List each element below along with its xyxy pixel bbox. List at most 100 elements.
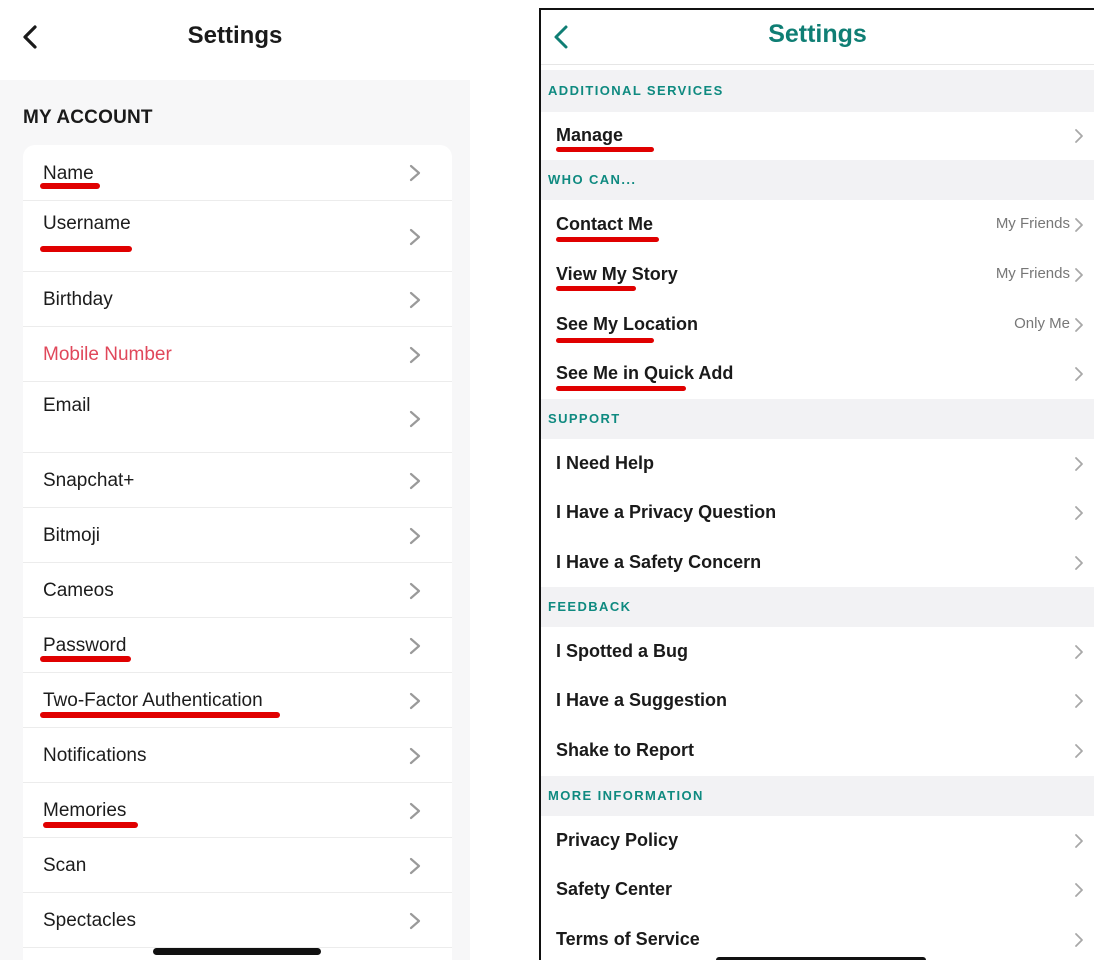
highlight-underline	[556, 286, 636, 291]
chevron-right-icon	[1075, 556, 1083, 570]
home-indicator	[153, 948, 321, 955]
settings-item-label: I Spotted a Bug	[556, 641, 688, 661]
chevron-right-icon	[409, 164, 421, 182]
settings-item-label: Birthday	[43, 289, 113, 310]
settings-item-label: Snapchat+	[43, 470, 135, 491]
chevron-right-icon	[409, 472, 421, 490]
settings-item-label: Mobile Number	[43, 344, 172, 365]
settings-item-label: Safety Center	[556, 879, 673, 899]
settings-item-manage[interactable]: Manage	[541, 112, 1094, 161]
chevron-right-icon	[1075, 883, 1083, 897]
chevron-right-icon	[409, 857, 421, 875]
highlight-underline	[40, 246, 132, 252]
section-header-feedback: FEEDBACK	[541, 587, 1094, 627]
settings-item-birthday[interactable]: Birthday	[23, 271, 452, 327]
page-title: Settings	[768, 20, 867, 48]
settings-item-view-my-story[interactable]: View My Story My Friends	[541, 250, 1094, 301]
settings-item-label: See Me in Quick Add	[556, 363, 734, 383]
chevron-right-icon	[409, 527, 421, 545]
chevron-right-icon	[1075, 744, 1083, 758]
section-header-label: ADDITIONAL SERVICES	[548, 83, 724, 98]
settings-item-safety-concern[interactable]: I Have a Safety Concern	[541, 538, 1094, 588]
section-header-label: SUPPORT	[548, 411, 621, 426]
highlight-underline	[40, 656, 131, 662]
highlight-underline	[556, 338, 654, 343]
settings-item-see-me-in-quick-add[interactable]: See Me in Quick Add	[541, 349, 1094, 400]
section-header-label: WHO CAN...	[548, 172, 637, 187]
left-settings-panel: Settings MY ACCOUNT Name Username Birthd…	[0, 0, 470, 975]
section-header-additional-services: ADDITIONAL SERVICES	[541, 70, 1094, 112]
settings-item-label: Privacy Policy	[556, 830, 679, 850]
setting-value: Only Me	[1014, 315, 1070, 332]
settings-item-label: Email	[43, 395, 91, 416]
chevron-right-icon	[409, 637, 421, 655]
section-header-label: MORE INFORMATION	[548, 788, 704, 803]
settings-item-privacy-question[interactable]: I Have a Privacy Question	[541, 488, 1094, 539]
settings-item-label: Shake to Report	[556, 740, 695, 760]
settings-item-contact-me[interactable]: Contact Me My Friends	[541, 200, 1094, 251]
chevron-right-icon	[409, 291, 421, 309]
settings-item-label: Bitmoji	[43, 525, 101, 546]
chevron-right-icon	[409, 346, 421, 364]
settings-item-terms-of-service[interactable]: Terms of Service	[541, 915, 1094, 960]
settings-item-label: Memories	[43, 800, 127, 821]
settings-item-label: See My Location	[556, 314, 699, 334]
settings-item-label: View My Story	[556, 264, 678, 284]
settings-item-password[interactable]: Password	[23, 617, 452, 673]
right-header: Settings	[541, 10, 1094, 65]
page-title: Settings	[187, 22, 283, 49]
settings-item-label: Two-Factor Authentication	[43, 690, 263, 711]
settings-item-privacy-policy[interactable]: Privacy Policy	[541, 816, 1094, 866]
settings-item-label: I Have a Safety Concern	[556, 552, 762, 572]
settings-item-suggestion[interactable]: I Have a Suggestion	[541, 676, 1094, 727]
chevron-right-icon	[409, 582, 421, 600]
settings-item-spectacles[interactable]: Spectacles	[23, 892, 452, 948]
chevron-right-icon	[1075, 506, 1083, 520]
settings-item-cameos[interactable]: Cameos	[23, 562, 452, 618]
section-header-more-information: MORE INFORMATION	[541, 776, 1094, 816]
settings-item-email[interactable]: Email	[23, 381, 452, 453]
chevron-right-icon	[1075, 218, 1083, 232]
chevron-right-icon	[409, 228, 421, 246]
setting-value: My Friends	[995, 265, 1070, 282]
chevron-right-icon	[1075, 933, 1083, 947]
chevron-right-icon	[409, 410, 421, 428]
settings-item-safety-center[interactable]: Safety Center	[541, 865, 1094, 916]
left-header: Settings	[0, 0, 470, 80]
settings-item-label: Scan	[43, 855, 87, 876]
account-settings-list: Name Username Birthday Mobile Number Ema…	[23, 145, 452, 975]
highlight-underline	[556, 237, 659, 242]
settings-item-label: Terms of Service	[556, 929, 700, 949]
settings-item-label: Contact Me	[556, 214, 654, 234]
section-header-label: FEEDBACK	[548, 599, 632, 614]
settings-item-scan[interactable]: Scan	[23, 837, 452, 893]
settings-item-name[interactable]: Name	[23, 145, 452, 201]
settings-item-snapchat-plus[interactable]: Snapchat+	[23, 452, 452, 508]
settings-item-see-my-location[interactable]: See My Location Only Me	[541, 300, 1094, 350]
highlight-underline	[43, 822, 138, 828]
settings-item-notifications[interactable]: Notifications	[23, 727, 452, 783]
chevron-right-icon	[1075, 268, 1083, 282]
settings-item-label: Cameos	[43, 580, 114, 601]
settings-item-label: Name	[43, 163, 94, 184]
settings-item-label: Username	[43, 213, 131, 234]
section-header-support: SUPPORT	[541, 399, 1094, 439]
settings-item-shake-to-report[interactable]: Shake to Report	[541, 726, 1094, 777]
settings-item-bitmoji[interactable]: Bitmoji	[23, 507, 452, 563]
settings-item-label: I Have a Privacy Question	[556, 502, 777, 522]
settings-item-username[interactable]: Username	[23, 200, 452, 272]
settings-item-spotted-a-bug[interactable]: I Spotted a Bug	[541, 627, 1094, 677]
settings-item-memories[interactable]: Memories	[23, 782, 452, 838]
settings-item-label: Manage	[556, 125, 624, 145]
chevron-right-icon	[409, 692, 421, 710]
settings-item-mobile-number[interactable]: Mobile Number	[23, 326, 452, 382]
settings-item-two-factor-authentication[interactable]: Two-Factor Authentication	[23, 672, 452, 728]
chevron-right-icon	[409, 802, 421, 820]
right-settings-panel: Settings ADDITIONAL SERVICES Manage WHO …	[539, 8, 1094, 960]
chevron-right-icon	[409, 747, 421, 765]
settings-item-i-need-help[interactable]: I Need Help	[541, 439, 1094, 489]
chevron-right-icon	[1075, 457, 1083, 471]
chevron-right-icon	[1075, 318, 1083, 332]
chevron-right-icon	[1075, 367, 1083, 381]
highlight-underline	[556, 147, 654, 152]
